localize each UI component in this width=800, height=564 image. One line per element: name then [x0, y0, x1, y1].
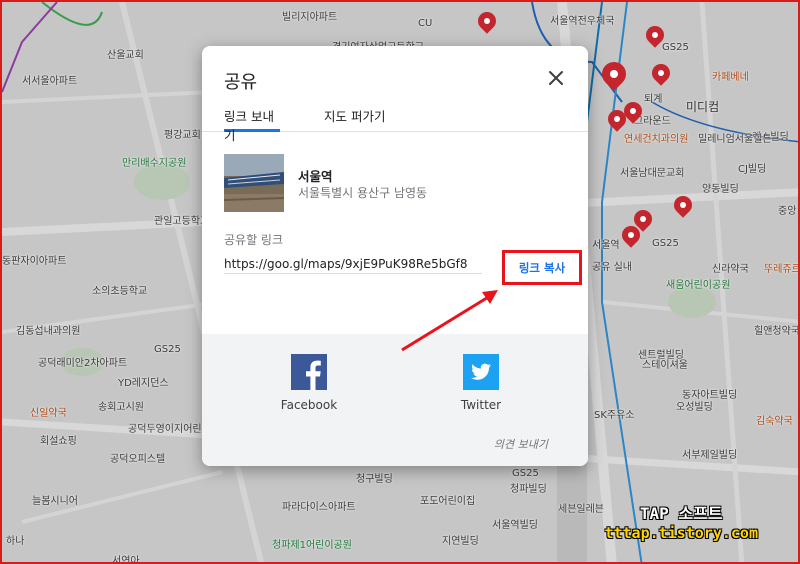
map-label: CJ빌딩	[738, 164, 767, 175]
social-share-panel: Facebook Twitter 의견 보내기	[202, 334, 588, 466]
map-label: 평강교회	[164, 130, 201, 141]
copy-link-button[interactable]: 링크 복사	[502, 250, 582, 285]
map-label: 새움어린이공원	[666, 280, 731, 291]
map-label: 서울역	[592, 240, 620, 251]
close-button[interactable]	[546, 68, 566, 88]
map-label: 포도어린이집	[420, 496, 476, 507]
dialog-title: 공유	[224, 72, 258, 93]
facebook-label: Facebook	[280, 398, 338, 412]
map-label: 오성빌딩	[676, 402, 713, 413]
map-label: GS25	[652, 238, 679, 249]
tab-embed-map[interactable]: 지도 퍼가기	[324, 106, 385, 132]
watermark-title: TAP 소프트	[639, 504, 723, 523]
map-label: 힐앤청약국	[754, 326, 800, 337]
map-label: 세븐일레븐	[558, 504, 604, 515]
map-label: 밀레니엄서울힐튼	[698, 134, 772, 145]
map-label: 카페베네	[712, 72, 749, 83]
map-label: 공덕오피스텔	[110, 454, 166, 465]
share-link-label: 공유할 링크	[224, 233, 284, 247]
map-label: 청파빌딩	[510, 484, 547, 495]
map-label: 회설쇼핑	[40, 436, 77, 447]
map-label: SK주유소	[594, 410, 635, 421]
tab-send-link[interactable]: 링크 보내기	[224, 106, 280, 143]
map-label: 서울역빌딩	[492, 520, 538, 531]
map-label: 연세건치과의원	[624, 134, 689, 145]
map-label: 공유 실내	[592, 262, 632, 273]
place-thumbnail	[224, 154, 284, 212]
twitter-label: Twitter	[460, 398, 502, 412]
close-icon	[549, 71, 563, 85]
map-label: 신라약국	[712, 264, 749, 275]
watermark-url: tttap.tistory.com	[604, 524, 758, 542]
share-dialog: 공유 링크 보내기 지도 퍼가기 서울역 서울특별시 용산구 남영동 공유할 링…	[202, 46, 588, 466]
map-label: 김동섭내과의원	[16, 326, 81, 337]
map-label: CU	[418, 18, 433, 29]
map-label: 퇴계	[644, 94, 663, 105]
map-label: 소의초등학교	[92, 286, 148, 297]
map-label: 서서울아파트	[22, 76, 78, 87]
map-label: 산울교회	[107, 50, 144, 61]
send-feedback-link[interactable]: 의견 보내기	[494, 436, 548, 452]
share-link-input[interactable]	[224, 254, 482, 274]
map-label: 파라다이스아파트	[282, 502, 356, 513]
map-label: GS25	[512, 468, 539, 479]
map-label: 서연아	[112, 556, 140, 564]
facebook-share-button[interactable]: Facebook	[269, 354, 349, 412]
map-label: 늘봄시니어	[32, 496, 78, 507]
map-label: 공덕래미안2차아파트	[38, 358, 128, 369]
map-label: GS25	[662, 42, 689, 53]
map-label: 지연빌딩	[442, 536, 479, 547]
map-label: 서울역전우체국	[550, 16, 615, 27]
map-label: 중앙	[778, 206, 797, 217]
map-label: 미디컴	[686, 100, 720, 114]
place-summary: 서울역 서울특별시 용산구 남영동	[224, 154, 564, 212]
map-label: 송회고시원	[98, 402, 144, 413]
facebook-icon	[291, 354, 327, 390]
map-label: 만리배수지공원	[122, 158, 187, 169]
twitter-icon	[463, 354, 499, 390]
watermark: TAP 소프트 tttap.tistory.com	[604, 500, 758, 542]
map-label: 빌리지아파트	[282, 12, 338, 23]
place-address: 서울특별시 용산구 남영동	[298, 186, 428, 200]
twitter-share-button[interactable]: Twitter	[441, 354, 521, 412]
map-label: 하나	[6, 536, 25, 547]
map-label: 동판자이아파트	[2, 256, 67, 267]
map-label: 청구빌딩	[356, 474, 393, 485]
share-tabs: 링크 보내기 지도 퍼가기	[202, 104, 588, 143]
map-label: 뚜레쥬르	[764, 264, 800, 275]
map-label: 관일고등학교	[154, 216, 210, 227]
map-label: 청파제1어린이공원	[272, 540, 352, 551]
map-label: 김숙약국	[756, 416, 793, 427]
map-label: 서부제일빌딩	[682, 450, 738, 461]
map-label: 신일약국	[30, 408, 67, 419]
map-label: 스테이셔울	[642, 360, 688, 371]
place-name: 서울역	[298, 169, 333, 184]
map-label: 양동빌딩	[702, 184, 739, 195]
map-label: YD레지던스	[118, 378, 169, 389]
map-label: GS25	[154, 344, 181, 355]
map-label: 서울남대문교회	[620, 168, 685, 179]
